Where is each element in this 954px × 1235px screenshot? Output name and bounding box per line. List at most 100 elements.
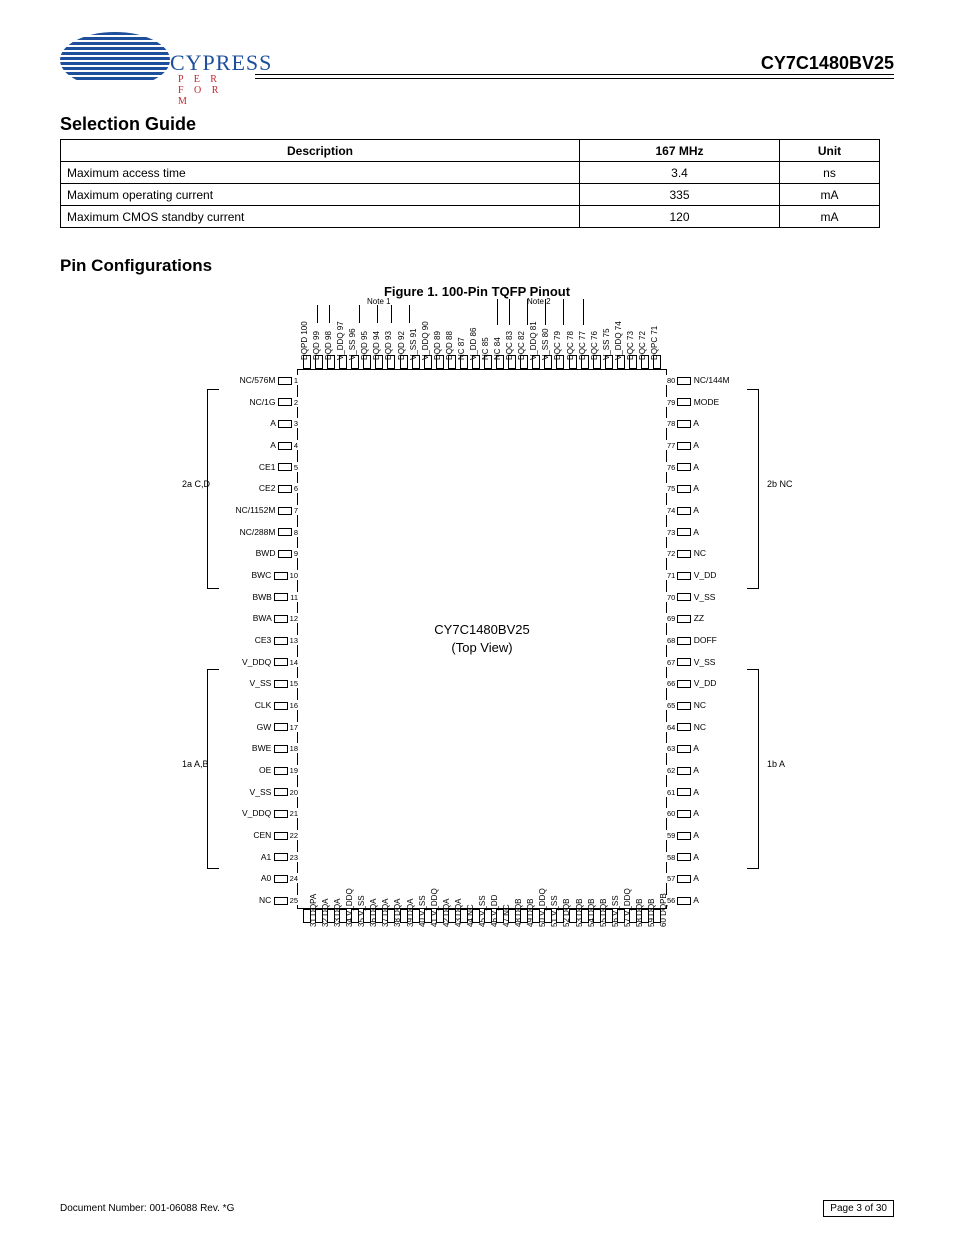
note-tick [527,299,528,325]
port-label-1a: 1a A,B [182,759,209,769]
pin-right-59: 59 A [665,830,755,840]
pin-left-16: CLK 16 [222,700,300,710]
pin-top-79: DQC 79 [553,331,562,360]
pin-right-64: 64 NC [665,722,755,732]
pin-top-99: DQD 99 [312,331,321,360]
note-tick [583,299,584,325]
pin-right-69: 69 ZZ [665,613,755,623]
pin-right-71: 71 V_DD [665,570,755,580]
pin-right-58: 58 A [665,852,755,862]
pin-left-8: NC/288M 8 [222,527,300,537]
note-1-label: Note 1 [367,297,391,306]
part-number: CY7C1480BV25 [761,53,894,79]
port-label-2b: 2b NC [767,479,793,489]
pin-top-82: DQC 82 [517,331,526,360]
chip-label: CY7C1480BV25(Top View) [434,621,529,657]
pin-left-21: V_DDQ 21 [222,808,300,818]
pin-top-86: V_DD 86 [469,328,478,360]
pin-right-62: 62 A [665,765,755,775]
pin-left-4: A 4 [222,440,300,450]
note-tick [329,305,330,323]
pin-top-72: DQC 72 [638,331,647,360]
pin-right-61: 61 A [665,787,755,797]
pin-top-87: NC 87 [457,337,466,360]
th-unit: Unit [780,140,880,162]
pin-right-57: 57 A [665,873,755,883]
pin-top-84: NC 84 [493,337,502,360]
pin-left-12: BWA 12 [222,613,300,623]
pin-left-24: A0 24 [222,873,300,883]
pin-left-9: BWD 9 [222,548,300,558]
pin-top-77: DQC 77 [578,331,587,360]
pin-bot-60: 60 DQPB [659,893,668,927]
pin-top-85: NC 85 [481,337,490,360]
pin-left-14: V_DDQ 14 [222,657,300,667]
logo-text: CYPRESS [170,50,272,76]
tqfp-pinout-diagram: CY7C1480BV25(Top View) 2a C,D 1a A,B 2b … [67,309,887,989]
doc-number: Document Number: 001-06088 Rev. *G [60,1203,234,1214]
pin-top-71: DQPC 71 [650,326,659,360]
note-tick [317,305,318,323]
pin-top-90: V_DDQ 90 [421,321,430,360]
pin-right-75: 75 A [665,483,755,493]
pin-top-73: DQC 73 [626,331,635,360]
pin-left-7: NC/1152M 7 [222,505,300,515]
pin-config-title: Pin Configurations [60,256,954,276]
pin-top-94: DQD 94 [372,331,381,360]
pin-left-19: OE 19 [222,765,300,775]
pin-right-60: 60 A [665,808,755,818]
pin-top-76: DQC 76 [590,331,599,360]
pin-right-63: 63 A [665,743,755,753]
th-description: Description [61,140,580,162]
pin-left-6: CE2 6 [222,483,300,493]
pin-right-74: 74 A [665,505,755,515]
pin-top-95: DQD 95 [360,331,369,360]
note-2-label: Note 2 [527,297,551,306]
table-row: Maximum operating current335mA [61,184,880,206]
note-tick [359,305,360,323]
pin-right-72: 72 NC [665,548,755,558]
pin-right-65: 65 NC [665,700,755,710]
note-tick [391,305,392,323]
pin-top-80: V_SS 80 [541,328,550,360]
pin-right-67: 67 V_SS [665,657,755,667]
pin-top-83: DQC 83 [505,331,514,360]
pin-top-96: V_SS 96 [348,328,357,360]
pin-right-70: 70 V_SS [665,592,755,602]
pin-top-97: V_DDQ 97 [336,321,345,360]
pin-left-22: CEN 22 [222,830,300,840]
logo-subtext: P E R F O R M [178,74,235,107]
pin-top-91: V_SS 91 [409,328,418,360]
port-label-2a: 2a C,D [182,479,210,489]
pin-left-5: CE1 5 [222,462,300,472]
pin-left-2: NC/1G 2 [222,397,300,407]
pin-left-1: NC/576M 1 [222,375,300,385]
table-row: Maximum CMOS standby current120mA [61,206,880,228]
figure-title: Figure 1. 100-Pin TQFP Pinout [0,284,954,299]
pin-left-25: NC 25 [222,895,300,905]
pin-top-93: DQD 93 [384,331,393,360]
pin-top-78: DQC 78 [566,331,575,360]
pin-left-17: GW 17 [222,722,300,732]
pin-top-92: DQD 92 [397,331,406,360]
pin-right-76: 76 A [665,462,755,472]
chip-outline: CY7C1480BV25(Top View) [297,369,667,909]
pin-left-18: BWE 18 [222,743,300,753]
pin-right-78: 78 A [665,418,755,428]
port-label-1b: 1b A [767,759,785,769]
note-tick [545,299,546,325]
th-freq: 167 MHz [580,140,780,162]
selection-guide-title: Selection Guide [60,114,954,135]
pin-left-10: BWC 10 [222,570,300,580]
note-tick [377,305,378,323]
selection-guide-table: Description 167 MHz Unit Maximum access … [60,139,880,228]
pin-right-56: 56 A [665,895,755,905]
pin-top-75: V_SS 75 [602,328,611,360]
pin-left-15: V_SS 15 [222,678,300,688]
pin-top-98: DQD 98 [324,331,333,360]
page-number: Page 3 of 30 [823,1200,894,1217]
note-tick [563,299,564,325]
pin-left-3: A 3 [222,418,300,428]
page-footer: Document Number: 001-06088 Rev. *G Page … [60,1200,894,1217]
pin-left-23: A1 23 [222,852,300,862]
